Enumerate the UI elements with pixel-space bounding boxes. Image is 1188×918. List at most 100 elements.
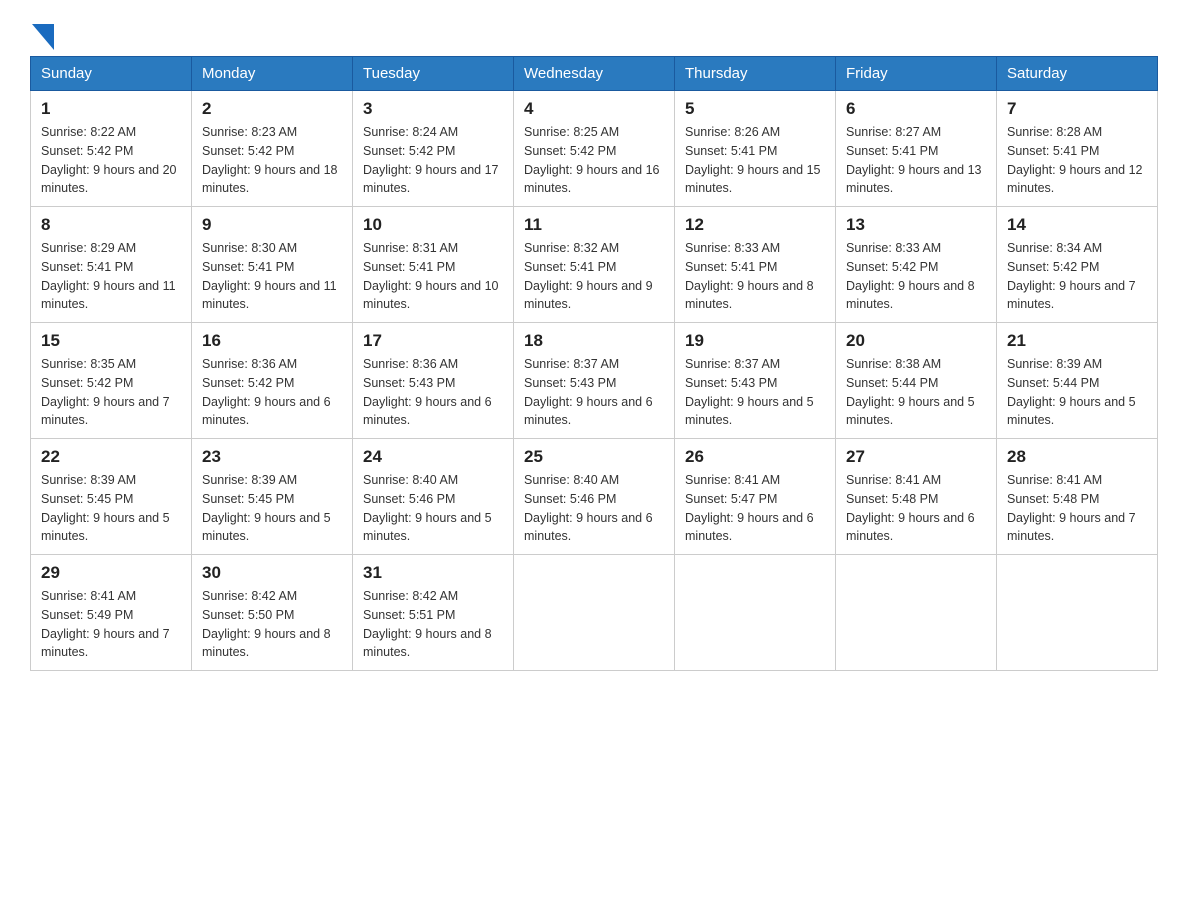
day-number: 16 — [202, 331, 342, 351]
calendar-cell: 10 Sunrise: 8:31 AMSunset: 5:41 PMDayligh… — [353, 207, 514, 323]
logo-triangle-icon — [32, 24, 54, 50]
day-number: 13 — [846, 215, 986, 235]
day-number: 28 — [1007, 447, 1147, 467]
day-info: Sunrise: 8:33 AMSunset: 5:41 PMDaylight:… — [685, 239, 825, 314]
day-number: 14 — [1007, 215, 1147, 235]
day-info: Sunrise: 8:37 AMSunset: 5:43 PMDaylight:… — [685, 355, 825, 430]
day-number: 9 — [202, 215, 342, 235]
calendar-cell: 23Sunrise: 8:39 AMSunset: 5:45 PMDayligh… — [192, 439, 353, 555]
calendar-cell: 22Sunrise: 8:39 AMSunset: 5:45 PMDayligh… — [31, 439, 192, 555]
day-info: Sunrise: 8:27 AMSunset: 5:41 PMDaylight:… — [846, 123, 986, 198]
day-info: Sunrise: 8:36 AMSunset: 5:43 PMDaylight:… — [363, 355, 503, 430]
calendar-cell — [997, 555, 1158, 671]
day-info: Sunrise: 8:23 AMSunset: 5:42 PMDaylight:… — [202, 123, 342, 198]
day-number: 24 — [363, 447, 503, 467]
day-header-saturday: Saturday — [997, 57, 1158, 91]
day-number: 15 — [41, 331, 181, 351]
day-info: Sunrise: 8:42 AMSunset: 5:50 PMDaylight:… — [202, 587, 342, 662]
day-number: 25 — [524, 447, 664, 467]
calendar-cell: 3 Sunrise: 8:24 AMSunset: 5:42 PMDaylight… — [353, 91, 514, 207]
calendar-week-row: 15 Sunrise: 8:35 AMSunset: 5:42 PMDayligh… — [31, 323, 1158, 439]
day-info: Sunrise: 8:30 AMSunset: 5:41 PMDaylight:… — [202, 239, 342, 314]
day-header-wednesday: Wednesday — [514, 57, 675, 91]
page-header — [30, 20, 1158, 46]
day-info: Sunrise: 8:41 AMSunset: 5:49 PMDaylight:… — [41, 587, 181, 662]
calendar-cell: 18Sunrise: 8:37 AMSunset: 5:43 PMDayligh… — [514, 323, 675, 439]
day-number: 6 — [846, 99, 986, 119]
day-number: 11 — [524, 215, 664, 235]
day-number: 10 — [363, 215, 503, 235]
calendar-cell: 26 Sunrise: 8:41 AMSunset: 5:47 PMDayligh… — [675, 439, 836, 555]
calendar-cell — [675, 555, 836, 671]
day-header-thursday: Thursday — [675, 57, 836, 91]
calendar-cell: 4 Sunrise: 8:25 AMSunset: 5:42 PMDaylight… — [514, 91, 675, 207]
day-number: 4 — [524, 99, 664, 119]
day-number: 2 — [202, 99, 342, 119]
calendar-cell: 29 Sunrise: 8:41 AMSunset: 5:49 PMDayligh… — [31, 555, 192, 671]
day-info: Sunrise: 8:32 AMSunset: 5:41 PMDaylight:… — [524, 239, 664, 314]
calendar-cell: 28 Sunrise: 8:41 AMSunset: 5:48 PMDayligh… — [997, 439, 1158, 555]
day-number: 8 — [41, 215, 181, 235]
day-info: Sunrise: 8:34 AMSunset: 5:42 PMDaylight:… — [1007, 239, 1147, 314]
day-number: 17 — [363, 331, 503, 351]
calendar-header-row: SundayMondayTuesdayWednesdayThursdayFrid… — [31, 57, 1158, 91]
calendar-week-row: 1 Sunrise: 8:22 AMSunset: 5:42 PMDaylight… — [31, 91, 1158, 207]
day-info: Sunrise: 8:24 AMSunset: 5:42 PMDaylight:… — [363, 123, 503, 198]
day-header-sunday: Sunday — [31, 57, 192, 91]
day-info: Sunrise: 8:29 AMSunset: 5:41 PMDaylight:… — [41, 239, 181, 314]
day-info: Sunrise: 8:28 AMSunset: 5:41 PMDaylight:… — [1007, 123, 1147, 198]
day-number: 12 — [685, 215, 825, 235]
calendar-cell: 14 Sunrise: 8:34 AMSunset: 5:42 PMDayligh… — [997, 207, 1158, 323]
calendar-cell: 7 Sunrise: 8:28 AMSunset: 5:41 PMDaylight… — [997, 91, 1158, 207]
calendar-cell: 15 Sunrise: 8:35 AMSunset: 5:42 PMDayligh… — [31, 323, 192, 439]
day-info: Sunrise: 8:40 AMSunset: 5:46 PMDaylight:… — [524, 471, 664, 546]
calendar-cell: 5Sunrise: 8:26 AMSunset: 5:41 PMDaylight… — [675, 91, 836, 207]
calendar-cell: 2 Sunrise: 8:23 AMSunset: 5:42 PMDaylight… — [192, 91, 353, 207]
day-number: 19 — [685, 331, 825, 351]
calendar-week-row: 8 Sunrise: 8:29 AMSunset: 5:41 PMDaylight… — [31, 207, 1158, 323]
day-info: Sunrise: 8:39 AMSunset: 5:44 PMDaylight:… — [1007, 355, 1147, 430]
calendar-cell — [514, 555, 675, 671]
day-number: 26 — [685, 447, 825, 467]
calendar-week-row: 29 Sunrise: 8:41 AMSunset: 5:49 PMDayligh… — [31, 555, 1158, 671]
day-number: 31 — [363, 563, 503, 583]
day-info: Sunrise: 8:31 AMSunset: 5:41 PMDaylight:… — [363, 239, 503, 314]
day-info: Sunrise: 8:42 AMSunset: 5:51 PMDaylight:… — [363, 587, 503, 662]
day-number: 21 — [1007, 331, 1147, 351]
calendar-cell: 19 Sunrise: 8:37 AMSunset: 5:43 PMDayligh… — [675, 323, 836, 439]
day-number: 20 — [846, 331, 986, 351]
calendar-cell: 9 Sunrise: 8:30 AMSunset: 5:41 PMDaylight… — [192, 207, 353, 323]
day-number: 22 — [41, 447, 181, 467]
day-info: Sunrise: 8:22 AMSunset: 5:42 PMDaylight:… — [41, 123, 181, 198]
day-info: Sunrise: 8:36 AMSunset: 5:42 PMDaylight:… — [202, 355, 342, 430]
calendar-cell: 11 Sunrise: 8:32 AMSunset: 5:41 PMDayligh… — [514, 207, 675, 323]
day-header-tuesday: Tuesday — [353, 57, 514, 91]
day-info: Sunrise: 8:38 AMSunset: 5:44 PMDaylight:… — [846, 355, 986, 430]
day-number: 27 — [846, 447, 986, 467]
day-number: 7 — [1007, 99, 1147, 119]
day-number: 3 — [363, 99, 503, 119]
day-number: 18 — [524, 331, 664, 351]
day-number: 29 — [41, 563, 181, 583]
calendar-cell: 8 Sunrise: 8:29 AMSunset: 5:41 PMDaylight… — [31, 207, 192, 323]
calendar-cell: 30 Sunrise: 8:42 AMSunset: 5:50 PMDayligh… — [192, 555, 353, 671]
calendar-cell: 21 Sunrise: 8:39 AMSunset: 5:44 PMDayligh… — [997, 323, 1158, 439]
day-number: 30 — [202, 563, 342, 583]
day-info: Sunrise: 8:25 AMSunset: 5:42 PMDaylight:… — [524, 123, 664, 198]
day-number: 1 — [41, 99, 181, 119]
calendar-cell: 17 Sunrise: 8:36 AMSunset: 5:43 PMDayligh… — [353, 323, 514, 439]
day-info: Sunrise: 8:41 AMSunset: 5:48 PMDaylight:… — [1007, 471, 1147, 546]
day-info: Sunrise: 8:35 AMSunset: 5:42 PMDaylight:… — [41, 355, 181, 430]
day-header-monday: Monday — [192, 57, 353, 91]
calendar-cell: 24Sunrise: 8:40 AMSunset: 5:46 PMDayligh… — [353, 439, 514, 555]
day-number: 23 — [202, 447, 342, 467]
calendar-cell: 31 Sunrise: 8:42 AMSunset: 5:51 PMDayligh… — [353, 555, 514, 671]
day-info: Sunrise: 8:41 AMSunset: 5:47 PMDaylight:… — [685, 471, 825, 546]
calendar-cell: 6 Sunrise: 8:27 AMSunset: 5:41 PMDaylight… — [836, 91, 997, 207]
day-info: Sunrise: 8:33 AMSunset: 5:42 PMDaylight:… — [846, 239, 986, 314]
calendar-cell: 27 Sunrise: 8:41 AMSunset: 5:48 PMDayligh… — [836, 439, 997, 555]
day-info: Sunrise: 8:26 AMSunset: 5:41 PMDaylight:… — [685, 123, 825, 198]
day-info: Sunrise: 8:41 AMSunset: 5:48 PMDaylight:… — [846, 471, 986, 546]
logo — [30, 20, 54, 46]
calendar-week-row: 22Sunrise: 8:39 AMSunset: 5:45 PMDayligh… — [31, 439, 1158, 555]
